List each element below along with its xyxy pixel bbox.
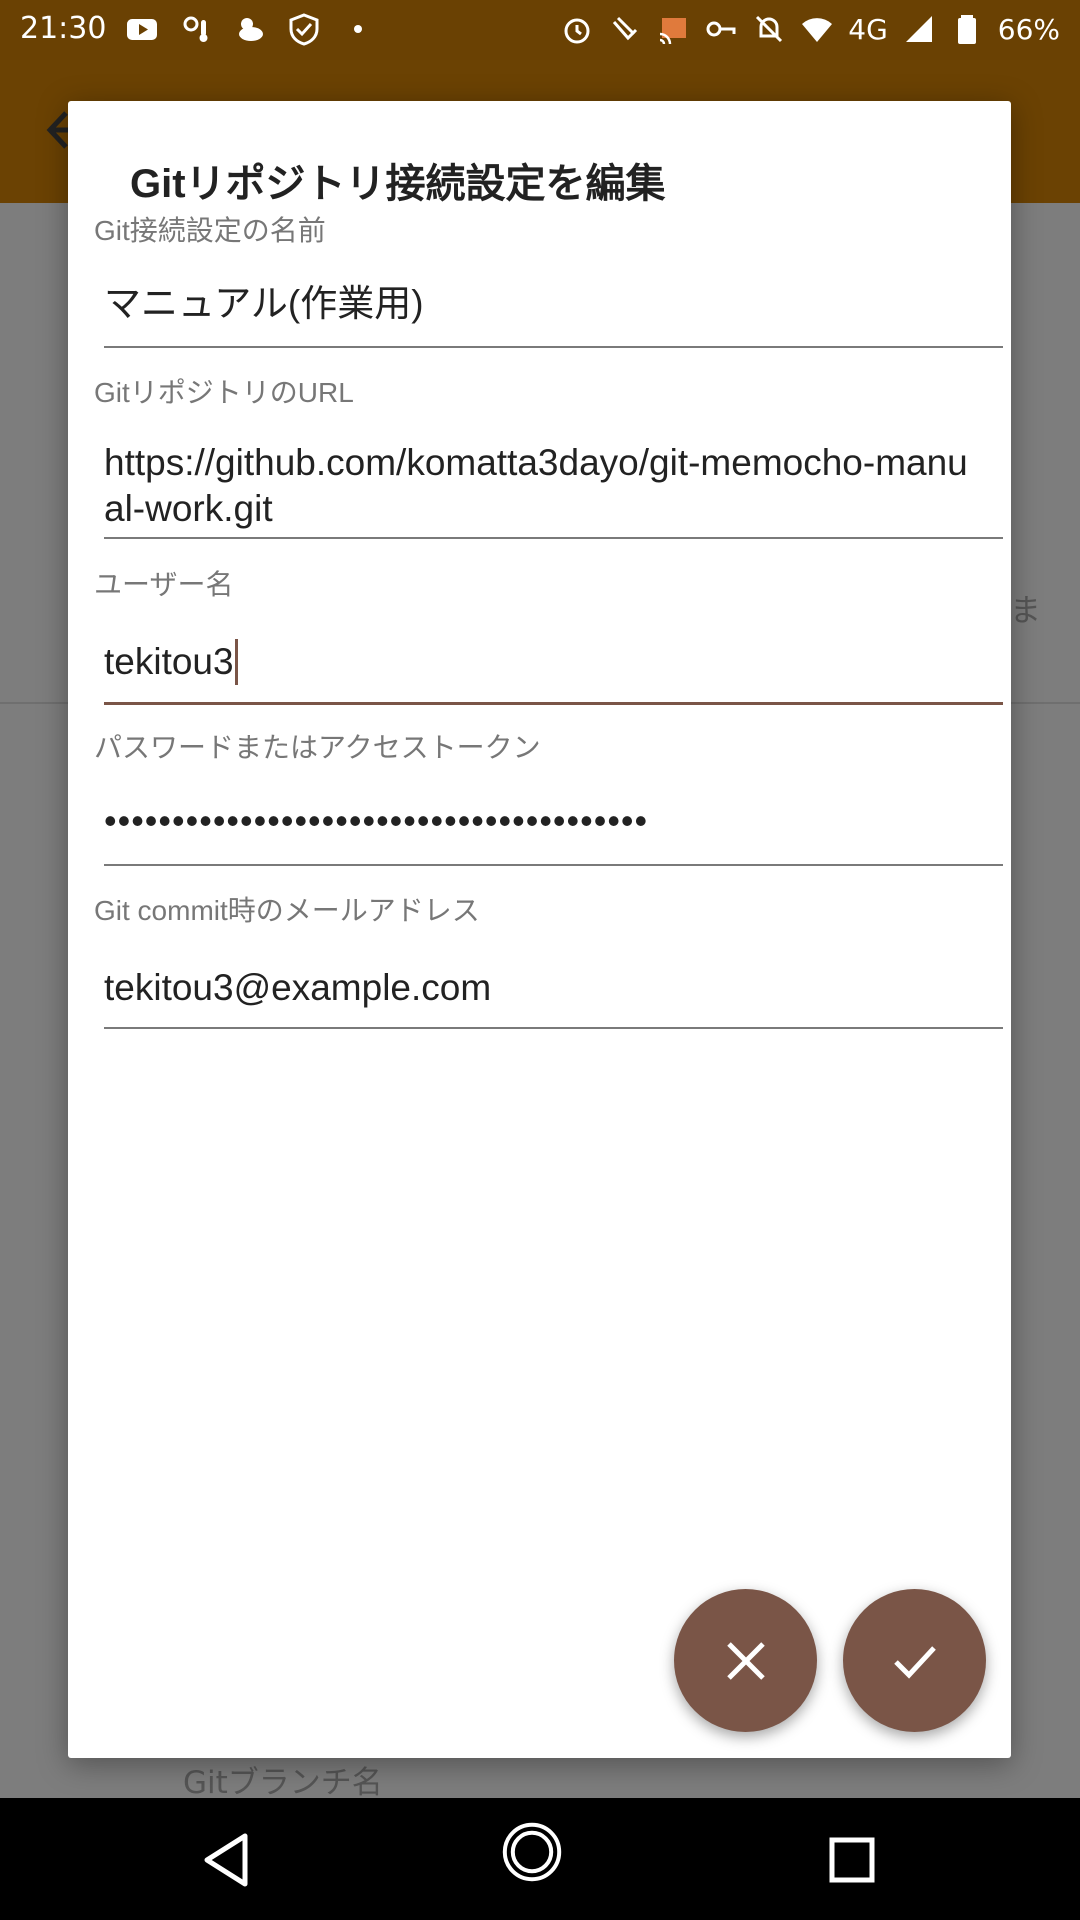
status-bar: 21:30 4G 66% — [0, 0, 1080, 60]
cast-icon — [656, 12, 690, 46]
password-input[interactable]: •••••••••••••••••••••••••••••••••••••••• — [104, 798, 984, 844]
connection-name-label: Git接続設定の名前 — [94, 215, 326, 246]
nfc-icon — [608, 12, 642, 46]
username-value: tekitou3 — [104, 641, 234, 682]
close-icon — [726, 1641, 765, 1680]
connection-name-input[interactable]: マニュアル(作業用) — [104, 281, 984, 327]
repository-url-label: GitリポジトリのURL — [94, 377, 354, 408]
vpn-key-icon — [704, 12, 738, 46]
background-branch-label: Gitブランチ名 — [183, 1765, 383, 1801]
commit-email-label: Git commit時のメールアドレス — [94, 895, 480, 926]
alarm-icon — [560, 12, 594, 46]
text-cursor — [234, 639, 238, 685]
repository-url-input[interactable]: https://github.com/komatta3dayo/git-memo… — [104, 440, 984, 532]
edit-git-connection-dialog: Gitリポジトリ接続設定を編集 Git接続設定の名前 マニュアル(作業用) Gi… — [68, 101, 1011, 1758]
username-label: ユーザー名 — [94, 569, 234, 600]
check-icon — [893, 1645, 936, 1679]
signal-icon — [902, 12, 936, 46]
nav-home-icon[interactable] — [500, 1820, 580, 1900]
commit-email-input[interactable]: tekitou3@example.com — [104, 965, 984, 1011]
wifi-icon — [800, 12, 834, 46]
weather-thermometer-icon — [179, 12, 213, 46]
nav-recents-icon[interactable] — [820, 1828, 884, 1892]
partly-cloudy-icon — [233, 12, 267, 46]
battery-percent: 66% — [997, 12, 1060, 46]
repository-url-underline — [104, 537, 1003, 539]
password-underline — [104, 864, 1003, 866]
dialog-title: Gitリポジトリ接続設定を編集 — [130, 162, 666, 206]
connection-name-underline — [104, 346, 1003, 348]
notifications-off-icon — [752, 12, 786, 46]
username-input[interactable]: tekitou3 — [104, 639, 984, 685]
commit-email-underline — [104, 1027, 1003, 1029]
status-time: 21:30 — [20, 11, 107, 46]
network-type: 4G — [848, 12, 888, 46]
password-label: パスワードまたはアクセストークン — [94, 732, 541, 763]
shield-check-icon — [287, 12, 321, 46]
nav-back-icon[interactable] — [195, 1828, 259, 1892]
youtube-icon — [125, 12, 159, 46]
notification-dot-icon — [341, 12, 375, 46]
background-partial-text: ま — [1010, 593, 1041, 629]
navigation-bar — [0, 1798, 1080, 1920]
username-underline-focused — [104, 702, 1003, 705]
battery-icon — [950, 12, 984, 46]
cancel-button[interactable] — [674, 1589, 817, 1732]
save-button[interactable] — [843, 1589, 986, 1732]
